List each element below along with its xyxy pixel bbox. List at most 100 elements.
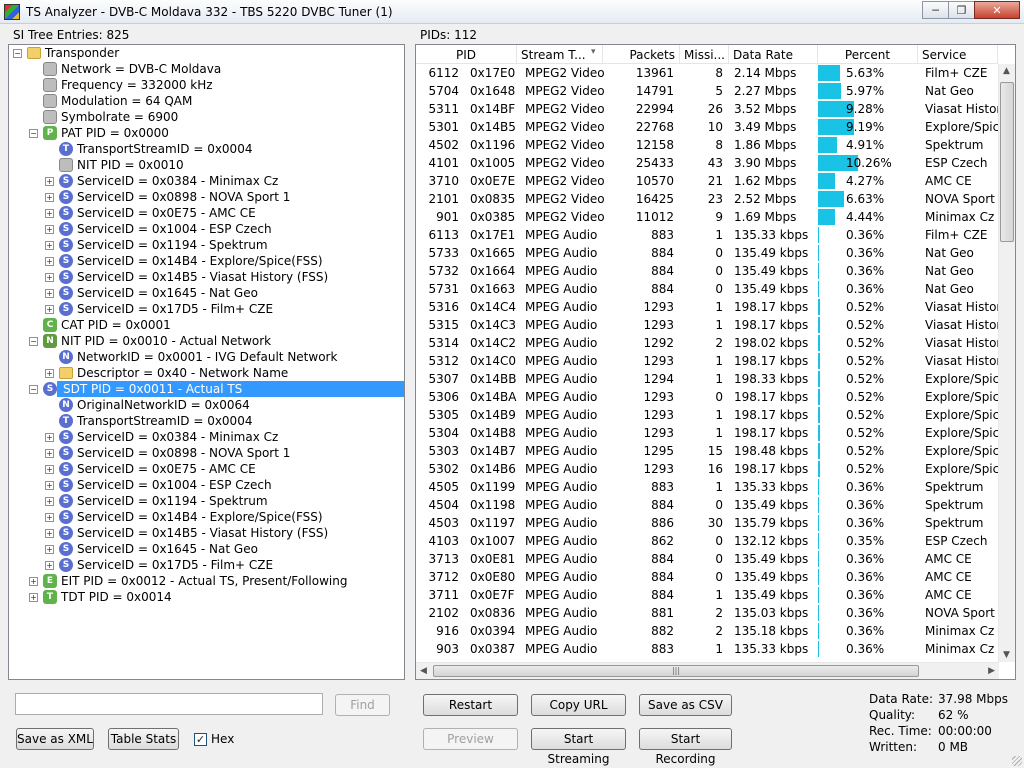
- expand-icon[interactable]: +: [45, 177, 54, 186]
- tree-node[interactable]: T TransportStreamID = 0x0004: [9, 413, 404, 429]
- table-row[interactable]: 5311 0x14BF MPEG2 Video 22994 26 3.52 Mbps 9.2…: [416, 100, 998, 118]
- table-row[interactable]: 5302 0x14B6 MPEG Audio 1293 16 198.17 kbps 0.5…: [416, 460, 998, 478]
- table-row[interactable]: 2101 0x0835 MPEG2 Video 16425 23 2.52 Mbps 6.6…: [416, 190, 998, 208]
- expand-icon[interactable]: +: [45, 529, 54, 538]
- tree-node[interactable]: + S ServiceID = 0x0898 - NOVA Sport 1: [9, 189, 404, 205]
- table-row[interactable]: 903 0x0387 MPEG Audio 883 1 135.33 kbps 0.36% M…: [416, 640, 998, 658]
- expand-icon[interactable]: +: [45, 545, 54, 554]
- column-header[interactable]: Missi...: [680, 45, 729, 64]
- collapse-icon[interactable]: −: [29, 129, 38, 138]
- table-row[interactable]: 4505 0x1199 MPEG Audio 883 1 135.33 kbps 0.36%…: [416, 478, 998, 496]
- table-row[interactable]: 901 0x0385 MPEG2 Video 11012 9 1.69 Mbps 4.44%…: [416, 208, 998, 226]
- table-row[interactable]: 5312 0x14C0 MPEG Audio 1293 1 198.17 kbps 0.52…: [416, 352, 998, 370]
- expand-icon[interactable]: +: [45, 193, 54, 202]
- tree-node[interactable]: + E EIT PID = 0x0012 - Actual TS, Present/…: [9, 573, 404, 589]
- tree-node[interactable]: + S ServiceID = 0x14B5 - Viasat History (F…: [9, 525, 404, 541]
- close-button[interactable]: ✕: [974, 1, 1020, 19]
- table-row[interactable]: 5303 0x14B7 MPEG Audio 1295 15 198.48 kbps 0.5…: [416, 442, 998, 460]
- tree-node[interactable]: + S ServiceID = 0x0E75 - AMC CE: [9, 205, 404, 221]
- table-row[interactable]: 3712 0x0E80 MPEG Audio 884 0 135.49 kbps 0.36%…: [416, 568, 998, 586]
- column-header[interactable]: Percent: [818, 45, 918, 64]
- column-header[interactable]: PID: [416, 45, 517, 64]
- si-tree[interactable]: − Transponder Network = DVB-C Moldava Frequ…: [8, 44, 405, 680]
- expand-icon[interactable]: +: [29, 593, 38, 602]
- table-row[interactable]: 4504 0x1198 MPEG Audio 884 0 135.49 kbps 0.36%…: [416, 496, 998, 514]
- restart-button[interactable]: Restart: [423, 694, 518, 716]
- table-row[interactable]: 5315 0x14C3 MPEG Audio 1293 1 198.17 kbps 0.52…: [416, 316, 998, 334]
- table-row[interactable]: 5733 0x1665 MPEG Audio 884 0 135.49 kbps 0.36%…: [416, 244, 998, 262]
- table-row[interactable]: 5304 0x14B8 MPEG Audio 1293 1 198.17 kbps 0.52…: [416, 424, 998, 442]
- scroll-down-icon[interactable]: ▼: [1003, 650, 1010, 660]
- table-row[interactable]: 2102 0x0836 MPEG Audio 881 2 135.03 kbps 0.36%…: [416, 604, 998, 622]
- scroll-up-icon[interactable]: ▲: [1003, 66, 1010, 76]
- expand-icon[interactable]: +: [45, 481, 54, 490]
- tree-node[interactable]: + S ServiceID = 0x14B5 - Viasat History (F…: [9, 269, 404, 285]
- table-row[interactable]: 4502 0x1196 MPEG2 Video 12158 8 1.86 Mbps 4.91…: [416, 136, 998, 154]
- tree-node[interactable]: N NetworkID = 0x0001 - IVG Default Networ…: [9, 349, 404, 365]
- tree-node[interactable]: N OriginalNetworkID = 0x0064: [9, 397, 404, 413]
- tree-node[interactable]: + S ServiceID = 0x1194 - Spektrum: [9, 493, 404, 509]
- column-header[interactable]: Data Rate: [729, 45, 818, 64]
- find-button[interactable]: Find: [335, 694, 390, 716]
- hex-checkbox[interactable]: ✓: [194, 733, 207, 746]
- expand-icon[interactable]: +: [45, 273, 54, 282]
- table-row[interactable]: 4503 0x1197 MPEG Audio 886 30 135.79 kbps 0.36…: [416, 514, 998, 532]
- start-recording-button[interactable]: Start Recording: [639, 728, 732, 766]
- table-row[interactable]: 3711 0x0E7F MPEG Audio 884 1 135.49 kbps 0.36%…: [416, 586, 998, 604]
- resize-grip[interactable]: [1012, 756, 1022, 766]
- tree-node[interactable]: + S ServiceID = 0x17D5 - Film+ CZE: [9, 557, 404, 573]
- table-row[interactable]: 5731 0x1663 MPEG Audio 884 0 135.49 kbps 0.36%…: [416, 280, 998, 298]
- tree-node[interactable]: − P PAT PID = 0x0000: [9, 125, 404, 141]
- horizontal-scrollbar[interactable]: ◀ ||| ▶: [416, 662, 999, 679]
- scroll-right-icon[interactable]: ▶: [988, 666, 995, 676]
- tree-node[interactable]: + S ServiceID = 0x1004 - ESP Czech: [9, 221, 404, 237]
- tree-node[interactable]: + S ServiceID = 0x0898 - NOVA Sport 1: [9, 445, 404, 461]
- tree-node[interactable]: + Descriptor = 0x40 - Network Name: [9, 365, 404, 381]
- table-row[interactable]: 5704 0x1648 MPEG2 Video 14791 5 2.27 Mbps 5.97…: [416, 82, 998, 100]
- copy-url-button[interactable]: Copy URL: [531, 694, 626, 716]
- tree-node[interactable]: NIT PID = 0x0010: [9, 157, 404, 173]
- tree-node[interactable]: + S ServiceID = 0x1194 - Spektrum: [9, 237, 404, 253]
- expand-icon[interactable]: +: [45, 289, 54, 298]
- pid-table[interactable]: PID Stream T... ▾ Packets Missi... Data Rate P…: [415, 44, 1016, 680]
- horizontal-scroll-thumb[interactable]: |||: [433, 665, 919, 677]
- tree-node[interactable]: − Transponder: [9, 45, 404, 61]
- start-streaming-button[interactable]: Start Streaming: [531, 728, 626, 766]
- table-row[interactable]: 6113 0x17E1 MPEG Audio 883 1 135.33 kbps 0.36%…: [416, 226, 998, 244]
- expand-icon[interactable]: +: [45, 449, 54, 458]
- tree-node[interactable]: + T TDT PID = 0x0014: [9, 589, 404, 605]
- expand-icon[interactable]: +: [29, 577, 38, 586]
- table-row[interactable]: 5305 0x14B9 MPEG Audio 1293 1 198.17 kbps 0.52…: [416, 406, 998, 424]
- tree-node[interactable]: + S ServiceID = 0x0E75 - AMC CE: [9, 461, 404, 477]
- tree-node[interactable]: Modulation = 64 QAM: [9, 93, 404, 109]
- expand-icon[interactable]: +: [45, 369, 54, 378]
- save-as-xml-button[interactable]: Save as XML: [16, 728, 94, 750]
- maximize-button[interactable]: ❐: [948, 1, 975, 19]
- tree-node[interactable]: C CAT PID = 0x0001: [9, 317, 404, 333]
- table-row[interactable]: 5306 0x14BA MPEG Audio 1293 0 198.17 kbps 0.52…: [416, 388, 998, 406]
- expand-icon[interactable]: +: [45, 433, 54, 442]
- collapse-icon[interactable]: −: [29, 337, 38, 346]
- table-row[interactable]: 916 0x0394 MPEG Audio 882 2 135.18 kbps 0.36% M…: [416, 622, 998, 640]
- table-row[interactable]: 3713 0x0E81 MPEG Audio 884 0 135.49 kbps 0.36%…: [416, 550, 998, 568]
- tree-node[interactable]: + S ServiceID = 0x0384 - Minimax Cz: [9, 173, 404, 189]
- tree-node[interactable]: + S ServiceID = 0x1004 - ESP Czech: [9, 477, 404, 493]
- minimize-button[interactable]: ─: [922, 1, 949, 19]
- expand-icon[interactable]: +: [45, 209, 54, 218]
- table-row[interactable]: 5732 0x1664 MPEG Audio 884 0 135.49 kbps 0.36%…: [416, 262, 998, 280]
- tree-node[interactable]: T TransportStreamID = 0x0004: [9, 141, 404, 157]
- table-row[interactable]: 5316 0x14C4 MPEG Audio 1293 1 198.17 kbps 0.52…: [416, 298, 998, 316]
- column-header[interactable]: Service: [918, 45, 998, 64]
- expand-icon[interactable]: +: [45, 241, 54, 250]
- vertical-scrollbar[interactable]: ▲ ▼: [998, 64, 1015, 662]
- tree-node[interactable]: Network = DVB-C Moldava: [9, 61, 404, 77]
- tree-node[interactable]: + S ServiceID = 0x1645 - Nat Geo: [9, 541, 404, 557]
- table-row[interactable]: 5307 0x14BB MPEG Audio 1294 1 198.33 kbps 0.52…: [416, 370, 998, 388]
- table-row[interactable]: 4101 0x1005 MPEG2 Video 25433 43 3.90 Mbps 10.…: [416, 154, 998, 172]
- table-row[interactable]: 5301 0x14B5 MPEG2 Video 22768 10 3.49 Mbps 9.1…: [416, 118, 998, 136]
- expand-icon[interactable]: +: [45, 465, 54, 474]
- expand-icon[interactable]: +: [45, 225, 54, 234]
- table-row[interactable]: 6112 0x17E0 MPEG2 Video 13961 8 2.14 Mbps 5.63…: [416, 64, 998, 82]
- column-header[interactable]: Packets: [603, 45, 680, 64]
- preview-button[interactable]: Preview: [423, 728, 518, 750]
